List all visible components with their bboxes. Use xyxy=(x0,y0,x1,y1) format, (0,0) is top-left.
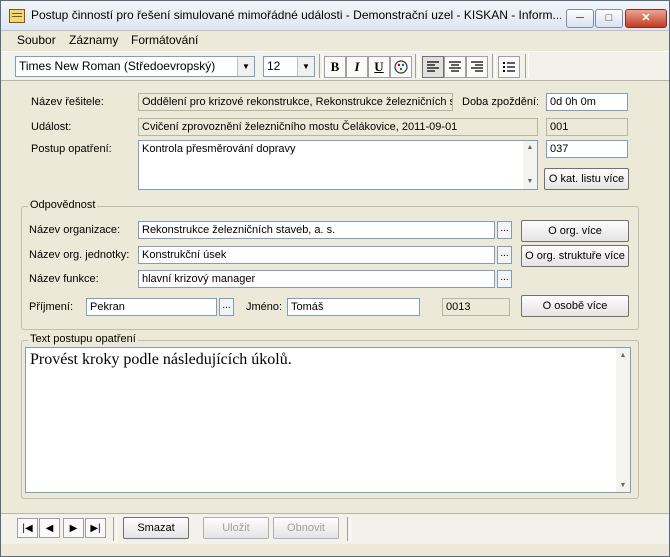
delete-button[interactable]: Smazat xyxy=(123,517,189,539)
procedure-value: Kontrola přesměrování dopravy xyxy=(142,143,296,155)
procedure-scrollbar[interactable]: ▲ ▼ xyxy=(523,141,537,189)
person-more-button[interactable]: O osobě více xyxy=(521,295,629,317)
palette-icon xyxy=(394,60,408,74)
status-bar xyxy=(1,544,669,556)
menu-bar: Soubor Záznamy Formátování xyxy=(1,31,669,50)
scroll-up-icon[interactable]: ▲ xyxy=(523,141,537,155)
title-bar: Postup činností pro řešení simulované mi… xyxy=(1,1,669,31)
delay-field[interactable]: 0d 0h 0m xyxy=(546,93,628,111)
text-editor[interactable]: Provést kroky podle následujících úkolů.… xyxy=(25,347,631,493)
italic-button[interactable]: I xyxy=(346,56,368,78)
menu-formatovani[interactable]: Formátování xyxy=(131,33,198,47)
scroll-up-icon[interactable]: ▲ xyxy=(616,348,630,362)
scroll-down-icon[interactable]: ▼ xyxy=(616,478,630,492)
solver-label: Název řešitele: xyxy=(31,96,104,108)
font-select-value: Times New Roman (Středoevropský) xyxy=(19,59,216,73)
name-field[interactable]: Tomáš xyxy=(287,298,420,316)
align-right-icon xyxy=(471,61,483,72)
event-label: Událost: xyxy=(31,121,72,133)
scroll-down-icon[interactable]: ▼ xyxy=(523,175,537,189)
previous-record-button[interactable]: ◀ xyxy=(39,518,60,538)
function-field[interactable]: hlavní krizový manager xyxy=(138,270,495,288)
toolbar-separator xyxy=(113,517,117,541)
procedure-code-field[interactable]: 037 xyxy=(546,140,628,158)
save-button[interactable]: Uložit xyxy=(203,517,269,539)
next-record-button[interactable]: ▶ xyxy=(63,518,84,538)
maximize-button[interactable]: □ xyxy=(595,9,623,28)
bullets-button[interactable] xyxy=(498,56,520,78)
responsibility-title: Odpovědnost xyxy=(28,199,98,211)
align-left-button[interactable] xyxy=(422,56,444,78)
text-editor-content: Provést kroky podle následujících úkolů. xyxy=(30,351,292,368)
text-section-title: Text postupu opatření xyxy=(28,333,138,345)
unit-label: Název org. jednotky: xyxy=(29,249,130,261)
procedure-textarea[interactable]: Kontrola přesměrování dopravy ▲ ▼ xyxy=(138,140,538,190)
solver-field: Oddělení pro krizové rekonstrukce, Rekon… xyxy=(138,93,453,111)
renew-button[interactable]: Obnovit xyxy=(273,517,339,539)
window-title: Postup činností pro řešení simulované mi… xyxy=(31,8,561,22)
chevron-down-icon[interactable]: ▼ xyxy=(297,57,314,76)
delay-label: Doba zpoždění: xyxy=(462,96,540,108)
record-navigation-bar: |◀ ◀ ▶ ▶| Smazat Uložit Obnovit xyxy=(1,513,669,544)
menu-zaznamy[interactable]: Záznamy xyxy=(69,33,118,47)
last-record-button[interactable]: ▶| xyxy=(85,518,106,538)
format-toolbar: Times New Roman (Středoevropský) ▼ 12 ▼ … xyxy=(1,51,669,81)
toolbar-separator xyxy=(347,517,351,541)
align-center-button[interactable] xyxy=(444,56,466,78)
org-more-button[interactable]: O org. více xyxy=(521,220,629,242)
bullet-list-icon xyxy=(503,62,515,72)
org-field[interactable]: Rekonstrukce železničních staveb, a. s. xyxy=(138,221,495,239)
catalog-more-button[interactable]: O kat. listu více xyxy=(544,168,629,190)
align-right-button[interactable] xyxy=(466,56,488,78)
event-code-field: 001 xyxy=(546,118,628,136)
app-icon xyxy=(9,9,25,23)
align-left-icon xyxy=(427,61,439,72)
menu-soubor[interactable]: Soubor xyxy=(17,33,56,47)
unit-field[interactable]: Konstrukční úsek xyxy=(138,246,495,264)
font-size-value: 12 xyxy=(267,59,281,73)
org-structure-more-button[interactable]: O org. struktuře více xyxy=(521,245,629,267)
toolbar-separator xyxy=(525,54,529,78)
align-center-icon xyxy=(449,61,461,72)
unit-browse-button[interactable]: ... xyxy=(497,246,512,264)
font-select[interactable]: Times New Roman (Středoevropský) ▼ xyxy=(15,56,255,77)
toolbar-separator xyxy=(319,54,323,78)
surname-field[interactable]: Pekran xyxy=(86,298,217,316)
function-browse-button[interactable]: ... xyxy=(497,270,512,288)
org-browse-button[interactable]: ... xyxy=(497,221,512,239)
font-size-select[interactable]: 12 ▼ xyxy=(263,56,315,77)
surname-label: Příjmení: xyxy=(29,301,74,313)
person-code-field: 0013 xyxy=(442,298,510,316)
toolbar-separator xyxy=(492,54,496,78)
main-window: Postup činností pro řešení simulované mi… xyxy=(0,0,670,557)
toolbar-separator xyxy=(415,54,419,78)
first-record-button[interactable]: |◀ xyxy=(17,518,38,538)
minimize-button[interactable]: ─ xyxy=(566,9,594,28)
surname-browse-button[interactable]: ... xyxy=(219,298,234,316)
event-field: Cvičení zprovoznění železničního mostu Č… xyxy=(138,118,538,136)
underline-button[interactable]: U xyxy=(368,56,390,78)
color-button[interactable] xyxy=(390,56,412,78)
bold-button[interactable]: B xyxy=(324,56,346,78)
chevron-down-icon[interactable]: ▼ xyxy=(237,57,254,76)
org-label: Název organizace: xyxy=(29,224,121,236)
function-label: Název funkce: xyxy=(29,273,99,285)
close-button[interactable]: ✕ xyxy=(625,9,667,28)
procedure-label: Postup opatření: xyxy=(31,143,112,155)
name-label: Jméno: xyxy=(246,301,283,313)
text-editor-scrollbar[interactable]: ▲ ▼ xyxy=(616,348,630,492)
